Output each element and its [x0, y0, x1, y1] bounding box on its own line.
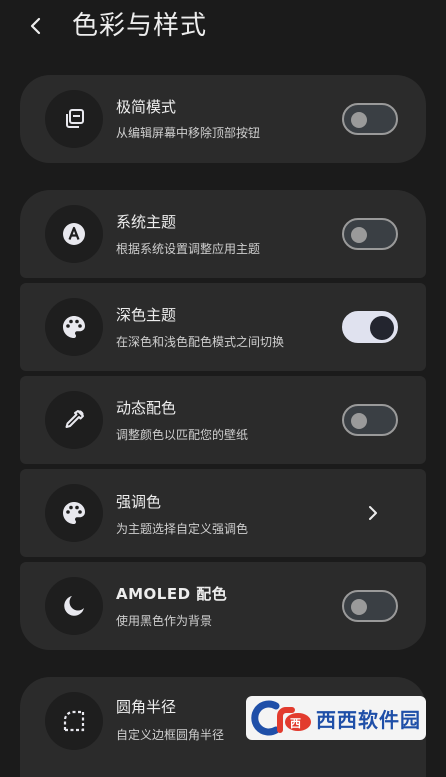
toggle-knob: [351, 227, 367, 243]
toggle-knob: [370, 316, 394, 340]
icon-badge: [45, 90, 103, 148]
palette-icon: [63, 316, 85, 338]
icon-badge: [45, 692, 103, 750]
stack-icon: [66, 109, 84, 128]
dynamic-color-toggle[interactable]: [342, 404, 398, 436]
top-app-bar: 色彩与样式: [0, 0, 446, 56]
minimal-mode-toggle[interactable]: [342, 103, 398, 135]
amoled-toggle[interactable]: [342, 590, 398, 622]
rounded-corner-icon: [63, 710, 85, 732]
icon-badge: [45, 391, 103, 449]
row-title: 系统主题: [116, 213, 177, 231]
dynamic-color-row[interactable]: 动态配色 调整颜色以匹配您的壁纸: [20, 376, 426, 464]
row-subtitle: 从编辑屏幕中移除顶部按钮: [116, 126, 261, 140]
dark-theme-toggle[interactable]: [342, 311, 398, 343]
page-title: 色彩与样式: [72, 11, 208, 41]
dark-theme-row[interactable]: 深色主题 在深色和浅色配色模式之间切换: [20, 283, 426, 371]
row-subtitle: 为主题选择自定义强调色: [116, 522, 249, 536]
minimal-mode-row[interactable]: 极简模式 从编辑屏幕中移除顶部按钮: [20, 75, 426, 163]
back-arrow-icon: [30, 17, 41, 35]
row-title: 圆角半径: [116, 698, 177, 716]
accent-color-row[interactable]: 强调色 为主题选择自定义强调色: [20, 469, 426, 557]
row-title: 强调色: [116, 493, 162, 511]
icon-badge: [45, 484, 103, 542]
row-subtitle: 调整颜色以匹配您的壁纸: [116, 428, 249, 442]
icon-badge: [45, 298, 103, 356]
toggle-knob: [351, 413, 367, 429]
row-subtitle: 自定义边框圆角半径: [116, 728, 225, 742]
minimal-mode-card: 极简模式 从编辑屏幕中移除顶部按钮: [20, 75, 426, 163]
row-subtitle: 根据系统设置调整应用主题: [116, 242, 261, 256]
row-title: AMOLED 配色: [116, 585, 228, 603]
watermark-logo: 西 西西软件园: [246, 696, 426, 740]
chevron-right-icon: [369, 506, 377, 520]
svg-text:西: 西: [290, 717, 301, 730]
row-title: 极简模式: [116, 98, 177, 116]
row-subtitle: 在深色和浅色配色模式之间切换: [116, 335, 285, 349]
moon-icon: [64, 596, 84, 616]
cr-logo-icon: 西: [246, 696, 316, 740]
back-button[interactable]: [24, 14, 48, 38]
icon-badge: [45, 577, 103, 635]
watermark-text: 西西软件园: [316, 707, 421, 732]
letter-a-icon: [63, 223, 85, 245]
icon-badge: [45, 205, 103, 263]
toggle-knob: [351, 599, 367, 615]
theme-settings-card: 系统主题 根据系统设置调整应用主题 深色主题 在深色和浅色配色模式之间切换 动态…: [20, 190, 426, 650]
row-title: 深色主题: [116, 306, 177, 324]
system-theme-row[interactable]: 系统主题 根据系统设置调整应用主题: [20, 190, 426, 278]
amoled-row[interactable]: AMOLED 配色 使用黑色作为背景: [20, 562, 426, 650]
row-title: 动态配色: [116, 399, 177, 417]
row-subtitle: 使用黑色作为背景: [116, 614, 213, 628]
toggle-knob: [351, 112, 367, 128]
palette-icon: [63, 502, 85, 524]
system-theme-toggle[interactable]: [342, 218, 398, 250]
eyedropper-icon: [65, 410, 84, 428]
